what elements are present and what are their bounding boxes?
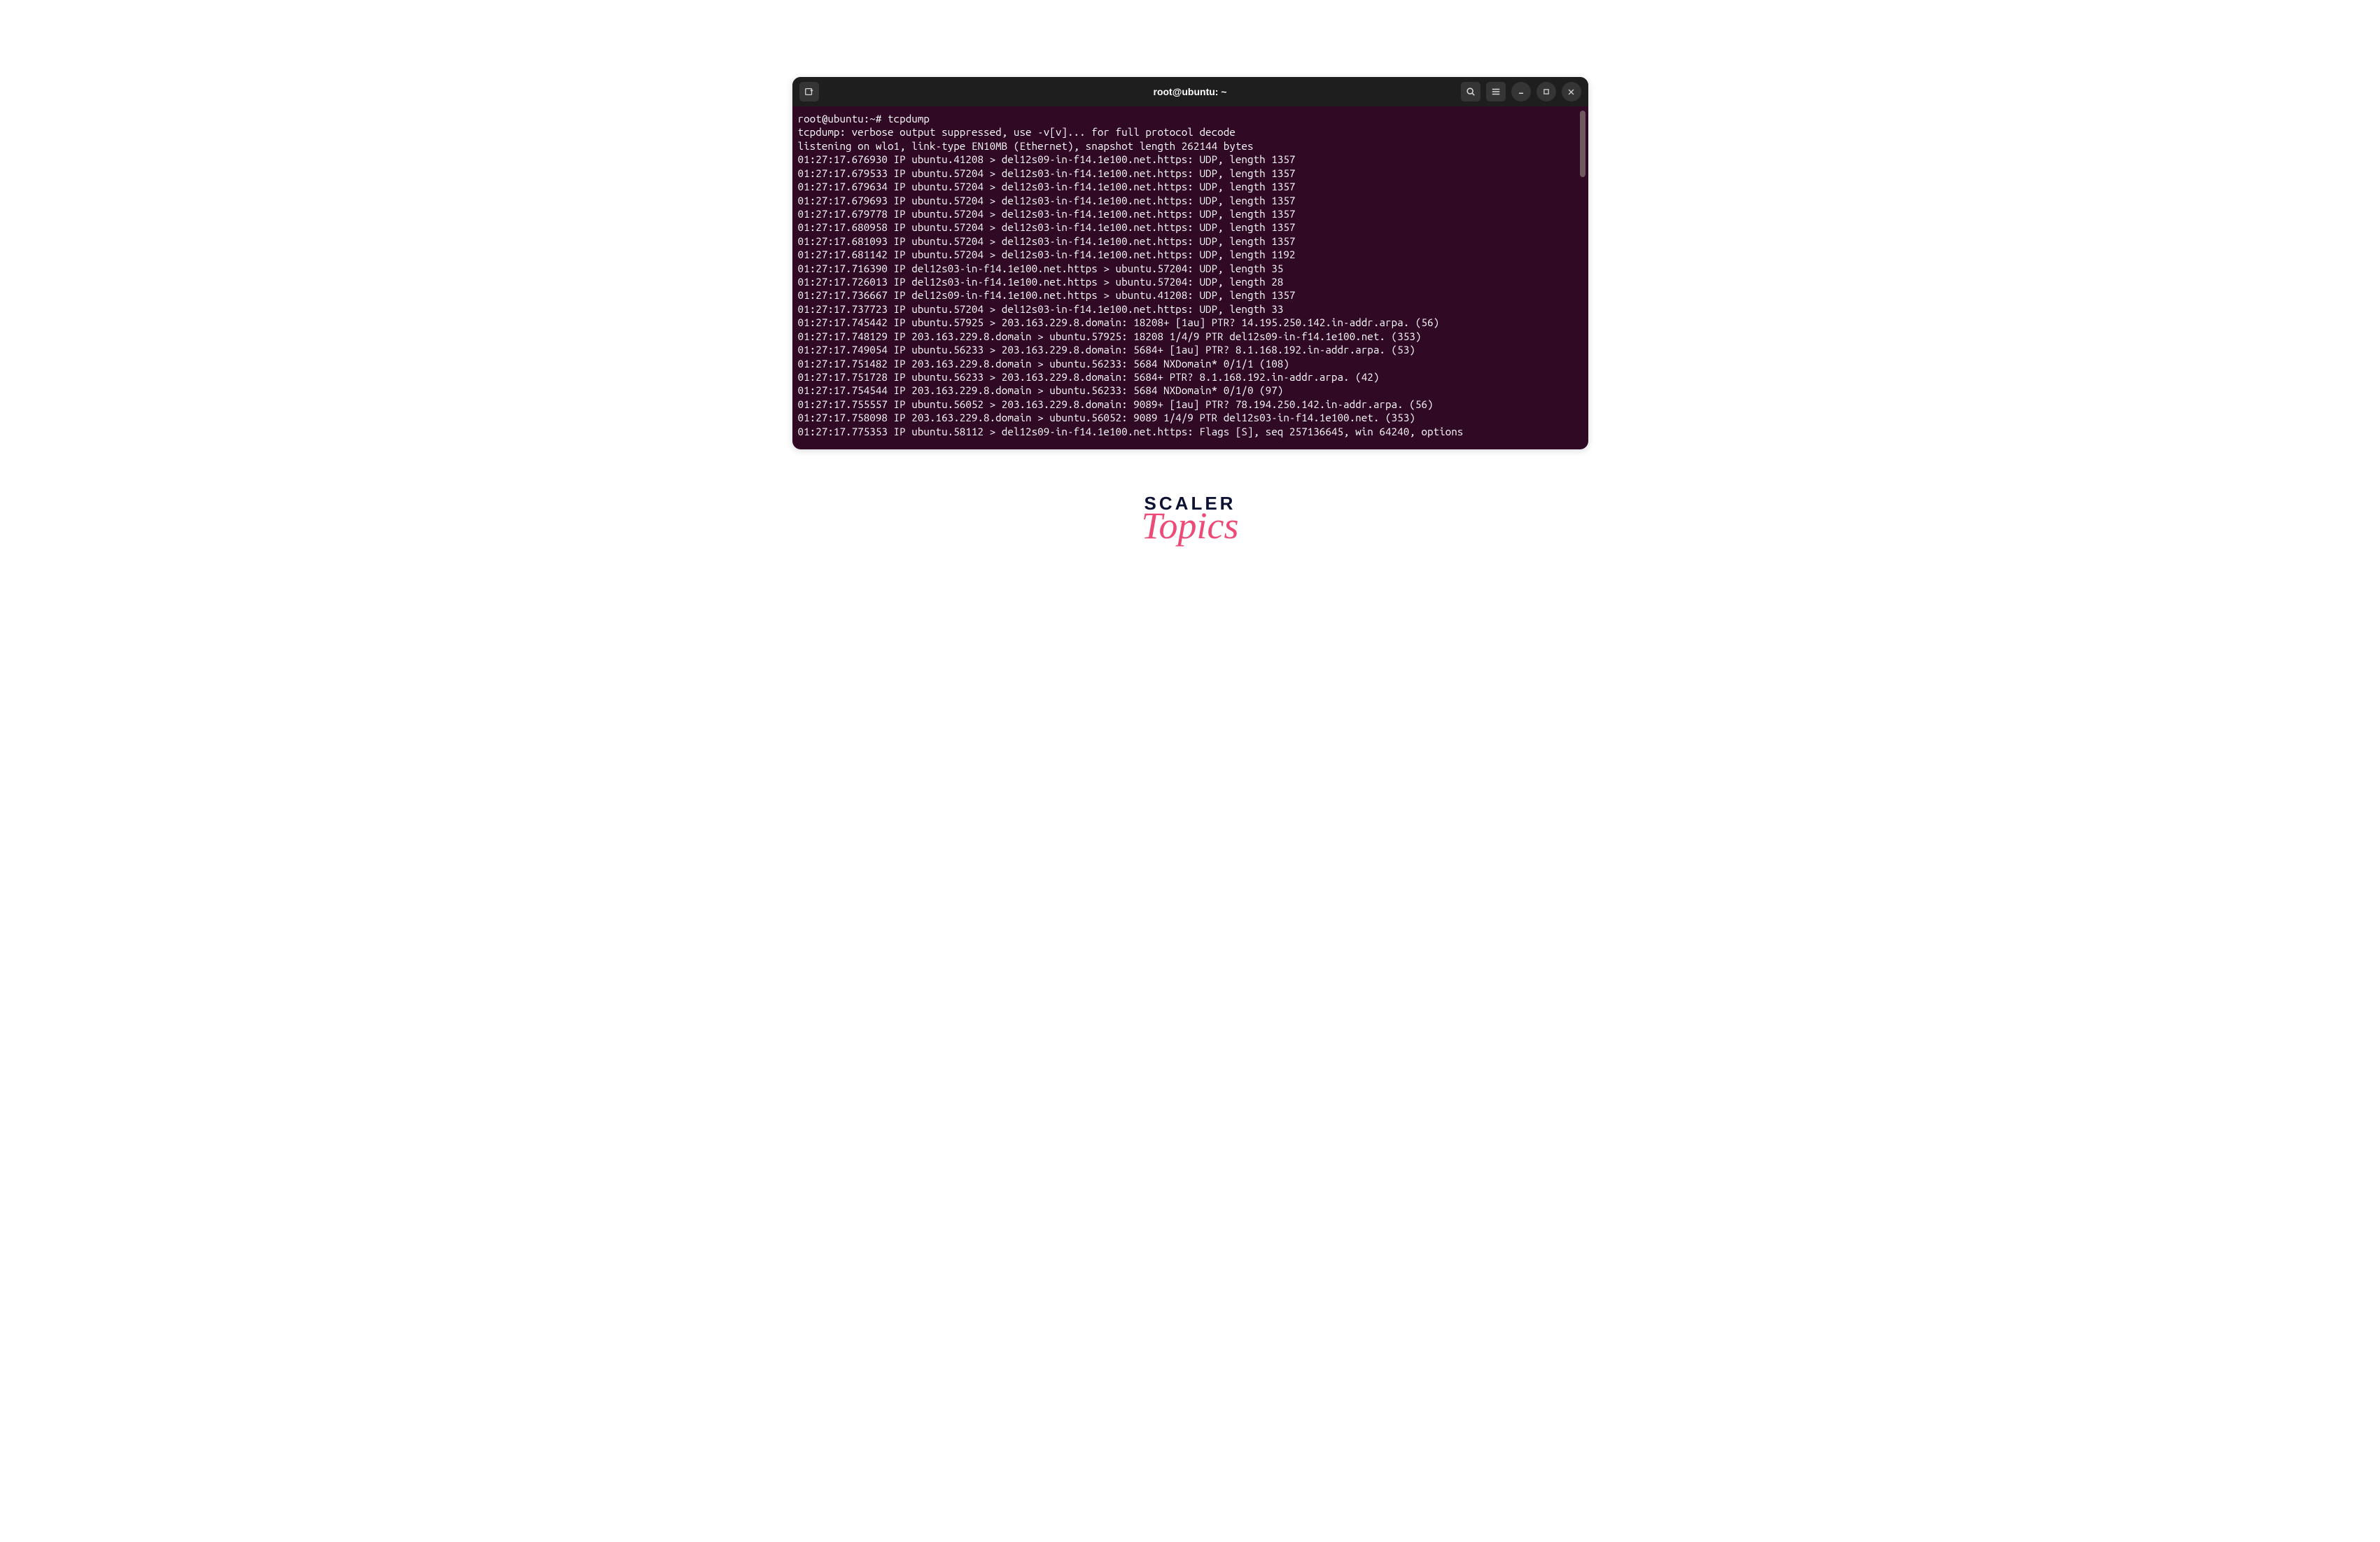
terminal-line: 01:27:17.748129 IP 203.163.229.8.domain …	[798, 330, 1583, 343]
terminal-line: 01:27:17.679693 IP ubuntu.57204 > del12s…	[798, 194, 1583, 207]
terminal-line: tcpdump: verbose output suppressed, use …	[798, 125, 1583, 139]
close-button[interactable]	[1562, 82, 1581, 101]
terminal-line: 01:27:17.758098 IP 203.163.229.8.domain …	[798, 411, 1583, 424]
terminal-line: 01:27:17.737723 IP ubuntu.57204 > del12s…	[798, 302, 1583, 316]
brand-topics-wrapper: Topics	[1141, 514, 1238, 547]
terminal-line: 01:27:17.749054 IP ubuntu.56233 > 203.16…	[798, 343, 1583, 356]
new-tab-button[interactable]	[799, 82, 819, 101]
window-title: root@ubuntu: ~	[1153, 86, 1226, 97]
scrollbar[interactable]	[1580, 111, 1586, 177]
terminal-line: 01:27:17.681093 IP ubuntu.57204 > del12s…	[798, 234, 1583, 248]
terminal-line: listening on wlo1, link-type EN10MB (Eth…	[798, 139, 1583, 153]
hamburger-icon	[1491, 87, 1501, 97]
minimize-icon	[1517, 87, 1525, 96]
terminal-line: 01:27:17.726013 IP del12s03-in-f14.1e100…	[798, 275, 1583, 288]
terminal-window: root@ubuntu: ~	[792, 77, 1588, 449]
terminal-line: 01:27:17.775353 IP ubuntu.58112 > del12s…	[798, 425, 1583, 438]
terminal-content[interactable]: root@ubuntu:~# tcpdump tcpdump: verbose …	[792, 106, 1588, 449]
close-icon	[1567, 88, 1575, 96]
terminal-line: 01:27:17.716390 IP del12s03-in-f14.1e100…	[798, 262, 1583, 275]
terminal-line: 01:27:17.745442 IP ubuntu.57925 > 203.16…	[798, 316, 1583, 329]
search-icon	[1466, 87, 1476, 97]
minimize-button[interactable]	[1511, 82, 1531, 101]
terminal-line: 01:27:17.755557 IP ubuntu.56052 > 203.16…	[798, 398, 1583, 411]
titlebar: root@ubuntu: ~	[792, 77, 1588, 106]
new-tab-icon	[804, 87, 814, 97]
terminal-line: 01:27:17.751482 IP 203.163.229.8.domain …	[798, 357, 1583, 370]
terminal-line: 01:27:17.676930 IP ubuntu.41208 > del12s…	[798, 153, 1583, 166]
search-button[interactable]	[1461, 82, 1480, 101]
terminal-prompt-line: root@ubuntu:~# tcpdump	[798, 112, 1583, 125]
maximize-button[interactable]	[1536, 82, 1556, 101]
terminal-line: 01:27:17.679778 IP ubuntu.57204 > del12s…	[798, 207, 1583, 220]
menu-button[interactable]	[1486, 82, 1506, 101]
titlebar-right	[1461, 82, 1581, 101]
terminal-line: 01:27:17.679634 IP ubuntu.57204 > del12s…	[798, 180, 1583, 193]
maximize-icon	[1543, 88, 1550, 95]
terminal-line: 01:27:17.736667 IP del12s09-in-f14.1e100…	[798, 288, 1583, 302]
brand-logo: SCALER Topics	[1141, 493, 1238, 547]
terminal-line: 01:27:17.680958 IP ubuntu.57204 > del12s…	[798, 220, 1583, 234]
terminal-line: 01:27:17.751728 IP ubuntu.56233 > 203.16…	[798, 370, 1583, 384]
terminal-line: 01:27:17.681142 IP ubuntu.57204 > del12s…	[798, 248, 1583, 261]
terminal-line: 01:27:17.754544 IP 203.163.229.8.domain …	[798, 384, 1583, 397]
brand-topics: Topics	[1141, 505, 1238, 547]
terminal-line: 01:27:17.679533 IP ubuntu.57204 > del12s…	[798, 167, 1583, 180]
terminal-output: tcpdump: verbose output suppressed, use …	[798, 125, 1583, 438]
titlebar-left	[799, 82, 819, 101]
